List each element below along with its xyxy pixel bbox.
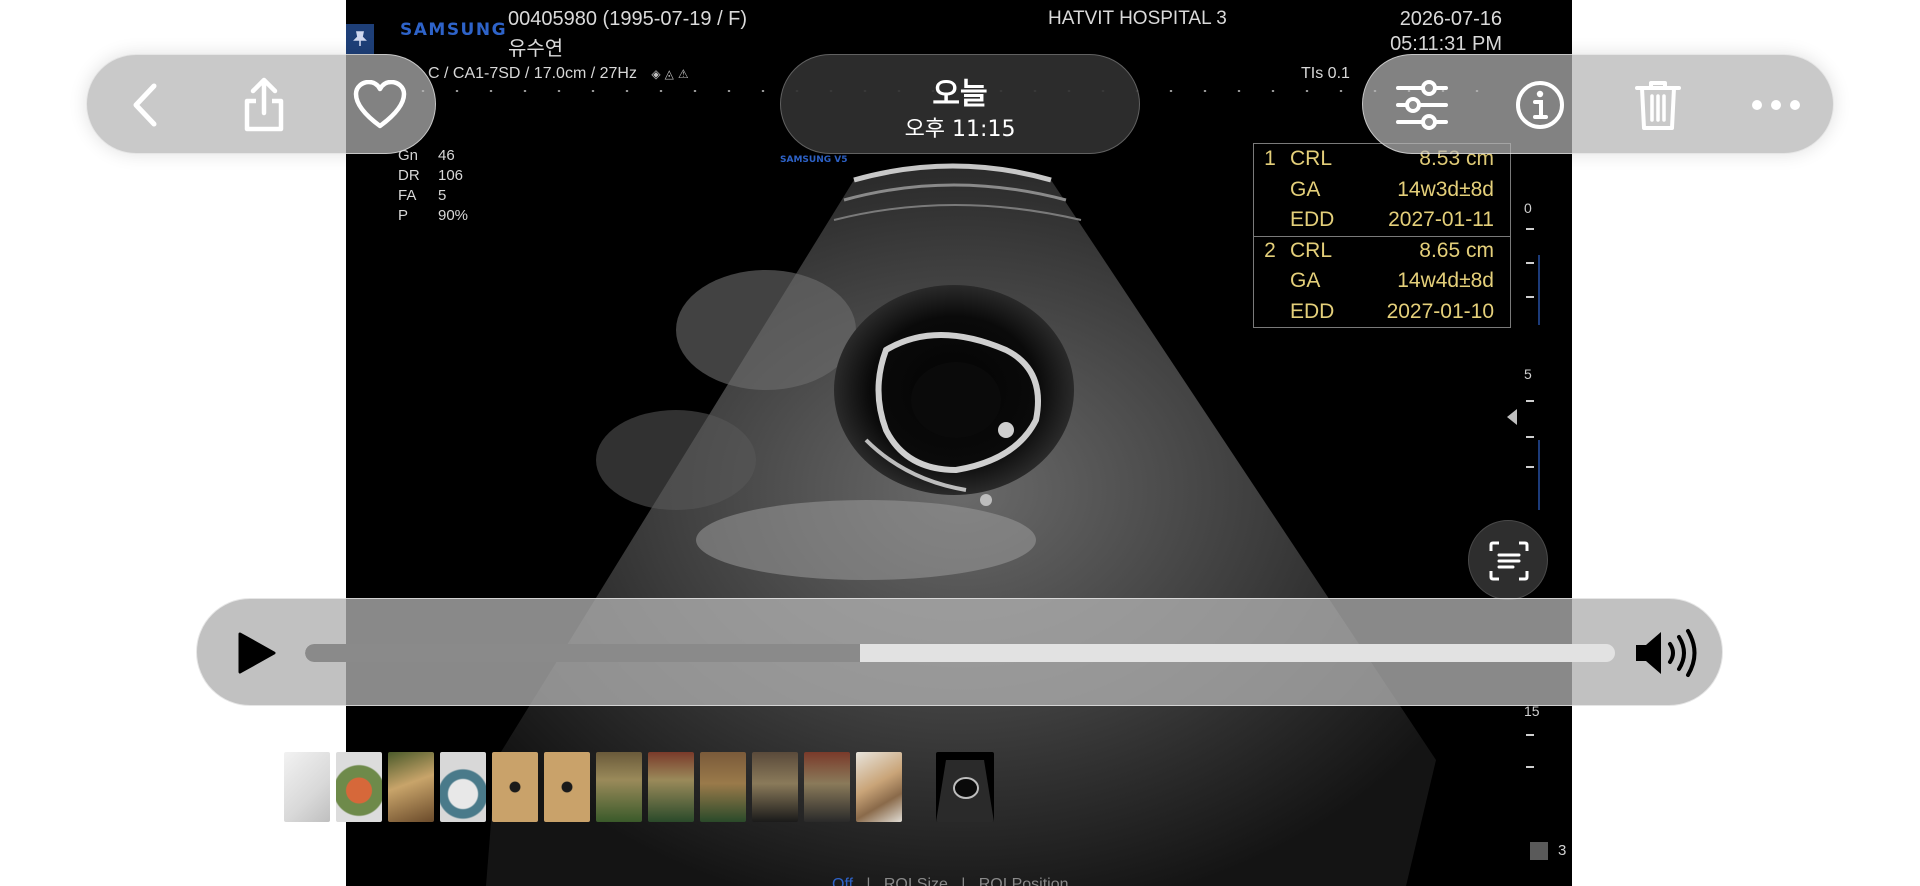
hospital-name: HATVIT HOSPITAL 3 — [1048, 8, 1227, 29]
roi-position-option: ROI Position — [978, 876, 1069, 886]
progress-scrubber[interactable] — [305, 644, 1615, 662]
thumbnail-filmstrip — [284, 752, 994, 822]
mode-icons: ◈◬⚠ — [651, 67, 693, 81]
measurement-row: 2 CRL 8.65 cm — [1254, 235, 1510, 267]
top-right-toolbar — [1362, 54, 1834, 154]
probe-info-text: C / CA1-7SD / 17.0cm / 27Hz — [428, 65, 637, 82]
probe-logo: SAMSUNG V5 — [780, 155, 848, 165]
patient-id: 00405980 (1995-07-19 / F) — [508, 8, 748, 30]
thumbnail[interactable] — [440, 752, 486, 822]
page-counter: 3 — [1528, 842, 1567, 860]
focus-marker — [1507, 409, 1517, 425]
probe-info: C / CA1-7SD / 17.0cm / 27Hz ◈◬⚠ — [428, 65, 693, 83]
volume-icon — [1636, 629, 1697, 677]
share-icon — [244, 77, 284, 132]
roi-options: Off | ROI Size | ROI Position — [832, 876, 1069, 886]
info-icon — [1516, 81, 1564, 129]
thumbnail[interactable] — [752, 752, 798, 822]
thumbnail[interactable] — [804, 752, 850, 822]
thumbnail[interactable] — [284, 752, 330, 822]
measurement-row: GA 14w4d±8d — [1290, 269, 1494, 293]
roi-off-option: Off — [832, 876, 854, 886]
play-icon — [238, 632, 276, 674]
adjust-button[interactable] — [1363, 55, 1481, 155]
pin-icon — [353, 31, 367, 46]
play-button[interactable] — [227, 623, 287, 683]
param-row: DR 106 — [398, 167, 464, 184]
more-button[interactable] — [1717, 55, 1835, 155]
text-scan-icon — [1489, 541, 1529, 581]
side-thumbnail — [1538, 255, 1572, 325]
patient-name: 유수연 — [508, 38, 564, 60]
depth-tick — [1526, 766, 1534, 768]
trash-icon — [1635, 81, 1681, 130]
pin-marker — [346, 24, 374, 54]
video-control-bar — [196, 598, 1723, 706]
param-row: FA 5 — [398, 187, 447, 204]
thumbnail[interactable] — [544, 752, 590, 822]
thumbnail[interactable] — [648, 752, 694, 822]
thumbnail[interactable] — [388, 752, 434, 822]
date-pill[interactable]: 오늘 오후 11:15 — [780, 54, 1140, 154]
thermal-index: TIs 0.1 — [1301, 65, 1350, 82]
thumbnail[interactable] — [336, 752, 382, 822]
thumbnail[interactable] — [856, 752, 902, 822]
measurement-row: EDD 2027-01-11 — [1290, 208, 1494, 232]
adjust-icon — [1396, 80, 1448, 130]
progress-fill — [305, 644, 861, 662]
ultrasound-thumbnail-image — [936, 760, 994, 822]
imaging-params: Gn 46 DR 106 FA 5 P 90% — [398, 146, 468, 226]
back-icon — [133, 83, 157, 127]
thumbnail[interactable] — [492, 752, 538, 822]
date-subtitle: 오후 11:15 — [904, 117, 1016, 142]
thumbnail-current[interactable] — [936, 752, 994, 822]
back-button[interactable] — [87, 55, 205, 155]
heart-icon — [353, 80, 407, 129]
scan-date: 2026-07-16 — [1399, 8, 1502, 30]
volume-button[interactable] — [1633, 621, 1703, 685]
delete-button[interactable] — [1599, 55, 1717, 155]
measurement-row: GA 14w3d±8d — [1290, 177, 1494, 201]
top-left-toolbar — [86, 54, 436, 154]
thumbnail[interactable] — [700, 752, 746, 822]
measurement-row: EDD 2027-01-10 — [1290, 299, 1494, 323]
favorite-button[interactable] — [323, 55, 437, 155]
param-row: P 90% — [398, 207, 469, 224]
side-thumbnail — [1538, 440, 1572, 510]
share-button[interactable] — [205, 55, 323, 155]
device-brand: SAMSUNG — [400, 20, 508, 40]
more-icon — [1752, 100, 1800, 110]
live-text-scan-button[interactable] — [1468, 520, 1548, 600]
measurement-table: 1 CRL 8.53 cm GA 14w3d±8d EDD 2027-01-11 2 CR… — [1253, 143, 1511, 328]
scan-time: 05:11:31 PM — [1390, 33, 1502, 55]
thumbnail[interactable] — [596, 752, 642, 822]
date-title: 오늘 — [932, 77, 988, 112]
info-button[interactable] — [1481, 55, 1599, 155]
roi-size-option: ROI Size — [883, 876, 948, 886]
